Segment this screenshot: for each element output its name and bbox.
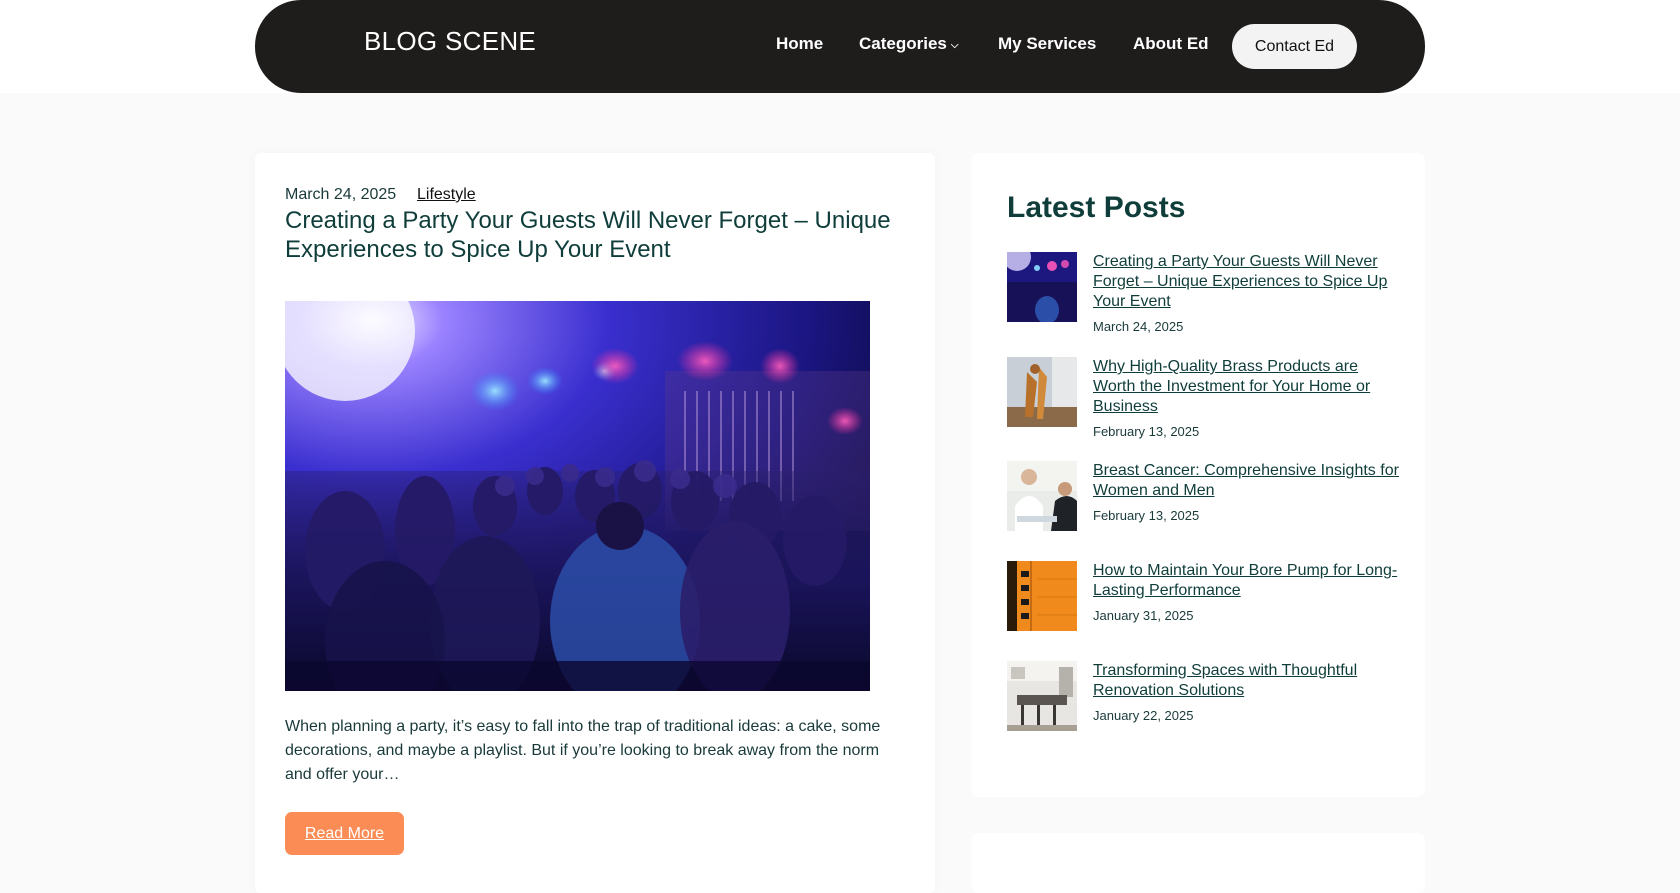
latest-post-title-link[interactable]: How to Maintain Your Bore Pump for Long-… (1093, 561, 1403, 601)
post-category-link[interactable]: Lifestyle (417, 186, 476, 204)
nav-home[interactable]: Home (776, 34, 823, 54)
site-title[interactable]: BLOG SCENE (364, 26, 536, 57)
party-thumbnail (1007, 252, 1077, 322)
post-featured-image[interactable] (285, 301, 870, 691)
pump-thumbnail (1007, 561, 1077, 631)
contact-button[interactable]: Contact Ed (1232, 24, 1357, 69)
latest-post-thumbnail[interactable] (1007, 561, 1077, 631)
latest-post-date: January 22, 2025 (1093, 708, 1194, 723)
brass-thumbnail (1007, 357, 1077, 427)
latest-post-date: February 13, 2025 (1093, 508, 1200, 523)
nav-my-services[interactable]: My Services (998, 34, 1096, 54)
nav-categories-label: Categories (859, 34, 947, 53)
latest-posts-heading: Latest Posts (1007, 191, 1186, 224)
latest-post-thumbnail[interactable] (1007, 661, 1077, 731)
kitchen-thumbnail (1007, 661, 1077, 731)
latest-post-date: February 13, 2025 (1093, 424, 1200, 439)
latest-post-title-link[interactable]: Transforming Spaces with Thoughtful Reno… (1093, 661, 1403, 701)
latest-post-title-link[interactable]: Why High-Quality Brass Products are Wort… (1093, 357, 1403, 417)
latest-post-thumbnail[interactable] (1007, 461, 1077, 531)
post-date: March 24, 2025 (285, 186, 397, 203)
chevron-down-icon: ⌵ (950, 40, 959, 51)
latest-post-thumbnail[interactable] (1007, 357, 1077, 427)
latest-post-date: March 24, 2025 (1093, 319, 1184, 334)
nav-about-ed[interactable]: About Ed (1133, 34, 1209, 54)
nav-categories[interactable]: Categories ⌵ (859, 34, 958, 54)
latest-post-title-link[interactable]: Breast Cancer: Comprehensive Insights fo… (1093, 461, 1403, 501)
latest-post-date: January 31, 2025 (1093, 608, 1194, 623)
sidebar-widget-secondary (971, 833, 1425, 893)
post-excerpt: When planning a party, it’s easy to fall… (285, 718, 881, 783)
read-more-button[interactable]: Read More (285, 812, 404, 855)
post-title[interactable]: Creating a Party Your Guests Will Never … (285, 206, 905, 264)
medical-thumbnail (1007, 461, 1077, 531)
party-photo (285, 301, 870, 691)
latest-post-thumbnail[interactable] (1007, 252, 1077, 322)
latest-post-title-link[interactable]: Creating a Party Your Guests Will Never … (1093, 252, 1403, 312)
